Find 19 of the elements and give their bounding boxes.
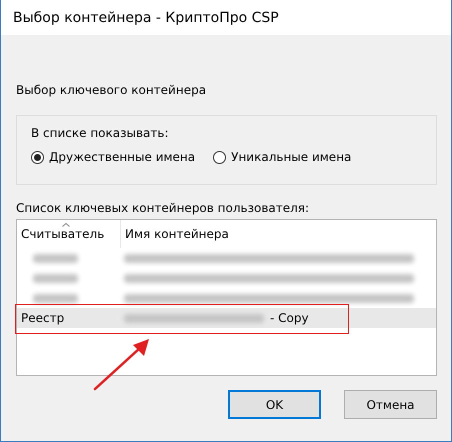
group-label: В списке показывать: [31,126,170,140]
blurred-text [33,254,78,262]
dialog-button[interactable]: Отмена [344,390,437,419]
dialog-button[interactable]: OK [228,390,321,419]
list-label: Список ключевых контейнеров пользователя: [16,201,310,215]
radio-button[interactable] [213,150,226,164]
radio-button[interactable] [31,150,44,164]
table-cell: Реестр [21,311,64,325]
heading-text: Выбор ключевого контейнера [16,83,208,97]
window-title: Выбор контейнера - КриптоПро CSP [13,10,279,26]
selected-row[interactable]: Реестр - Copy [17,308,436,328]
blurred-text [33,294,78,302]
radio-label[interactable]: Уникальные имена [231,150,352,164]
pointer-arrow-icon [92,336,152,392]
column-header[interactable]: Имя контейнера [121,220,233,248]
radio-label[interactable]: Дружественные имена [49,150,196,164]
column-header[interactable]: Считыватель [17,220,121,248]
table-cell: - Copy [270,311,309,325]
blurred-text [33,274,78,282]
